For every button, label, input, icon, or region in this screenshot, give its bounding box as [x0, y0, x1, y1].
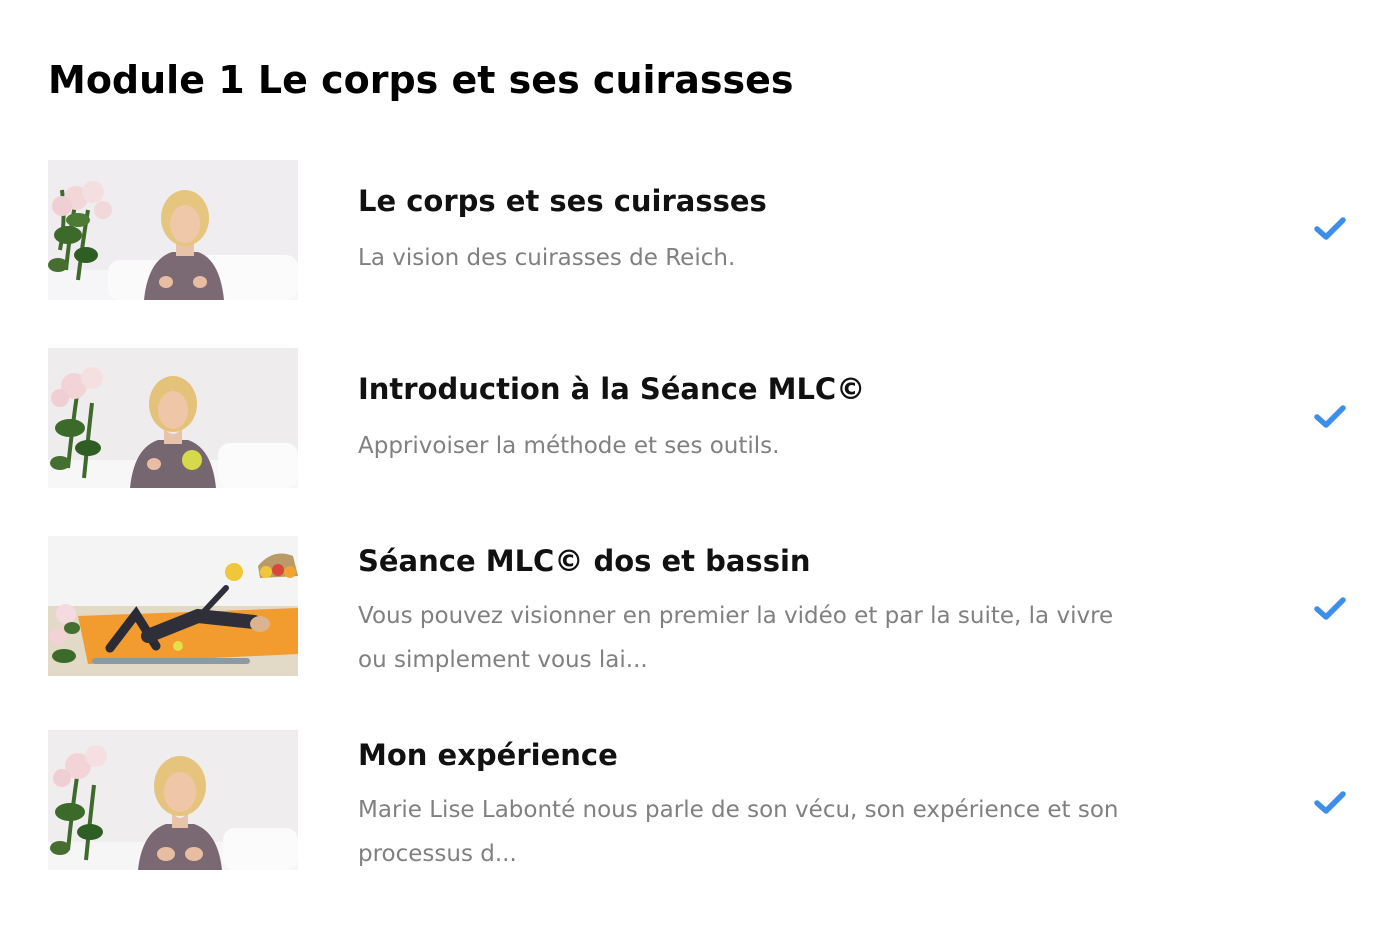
lesson-title[interactable]: Séance MLC© dos et bassin: [358, 542, 811, 580]
checkmark-icon: [1314, 404, 1346, 430]
lesson-thumbnail[interactable]: [48, 348, 298, 488]
lesson-item[interactable]: Séance MLC© dos et bassin Vous pouvez vi…: [48, 536, 1348, 686]
lesson-thumbnail[interactable]: [48, 160, 298, 300]
lesson-description: Marie Lise Labonté nous parle de son véc…: [358, 797, 1119, 867]
lesson-item[interactable]: Mon expérience Marie Lise Labonté nous p…: [48, 730, 1348, 880]
lesson-title[interactable]: Mon expérience: [358, 736, 618, 774]
lesson-description: Apprivoiser la méthode et ses outils.: [358, 433, 780, 459]
lesson-title[interactable]: Introduction à la Séance MLC©: [358, 370, 865, 408]
lesson-description: La vision des cuirasses de Reich.: [358, 245, 736, 271]
lesson-thumbnail[interactable]: [48, 730, 298, 870]
lesson-item[interactable]: Introduction à la Séance MLC© Apprivoise…: [48, 348, 1348, 498]
video-thumbnail: [48, 348, 298, 488]
checkmark-icon: [1314, 790, 1346, 816]
module-title: Module 1 Le corps et ses cuirasses: [48, 58, 794, 102]
checkmark-icon: [1314, 216, 1346, 242]
video-thumbnail: [48, 536, 298, 676]
lesson-thumbnail[interactable]: [48, 536, 298, 676]
lesson-title[interactable]: Le corps et ses cuirasses: [358, 182, 767, 220]
lesson-item[interactable]: Le corps et ses cuirasses La vision des …: [48, 160, 1348, 310]
video-thumbnail: [48, 160, 298, 300]
lesson-description: Vous pouvez visionner en premier la vidé…: [358, 603, 1114, 673]
video-thumbnail: [48, 730, 298, 870]
checkmark-icon: [1314, 596, 1346, 622]
